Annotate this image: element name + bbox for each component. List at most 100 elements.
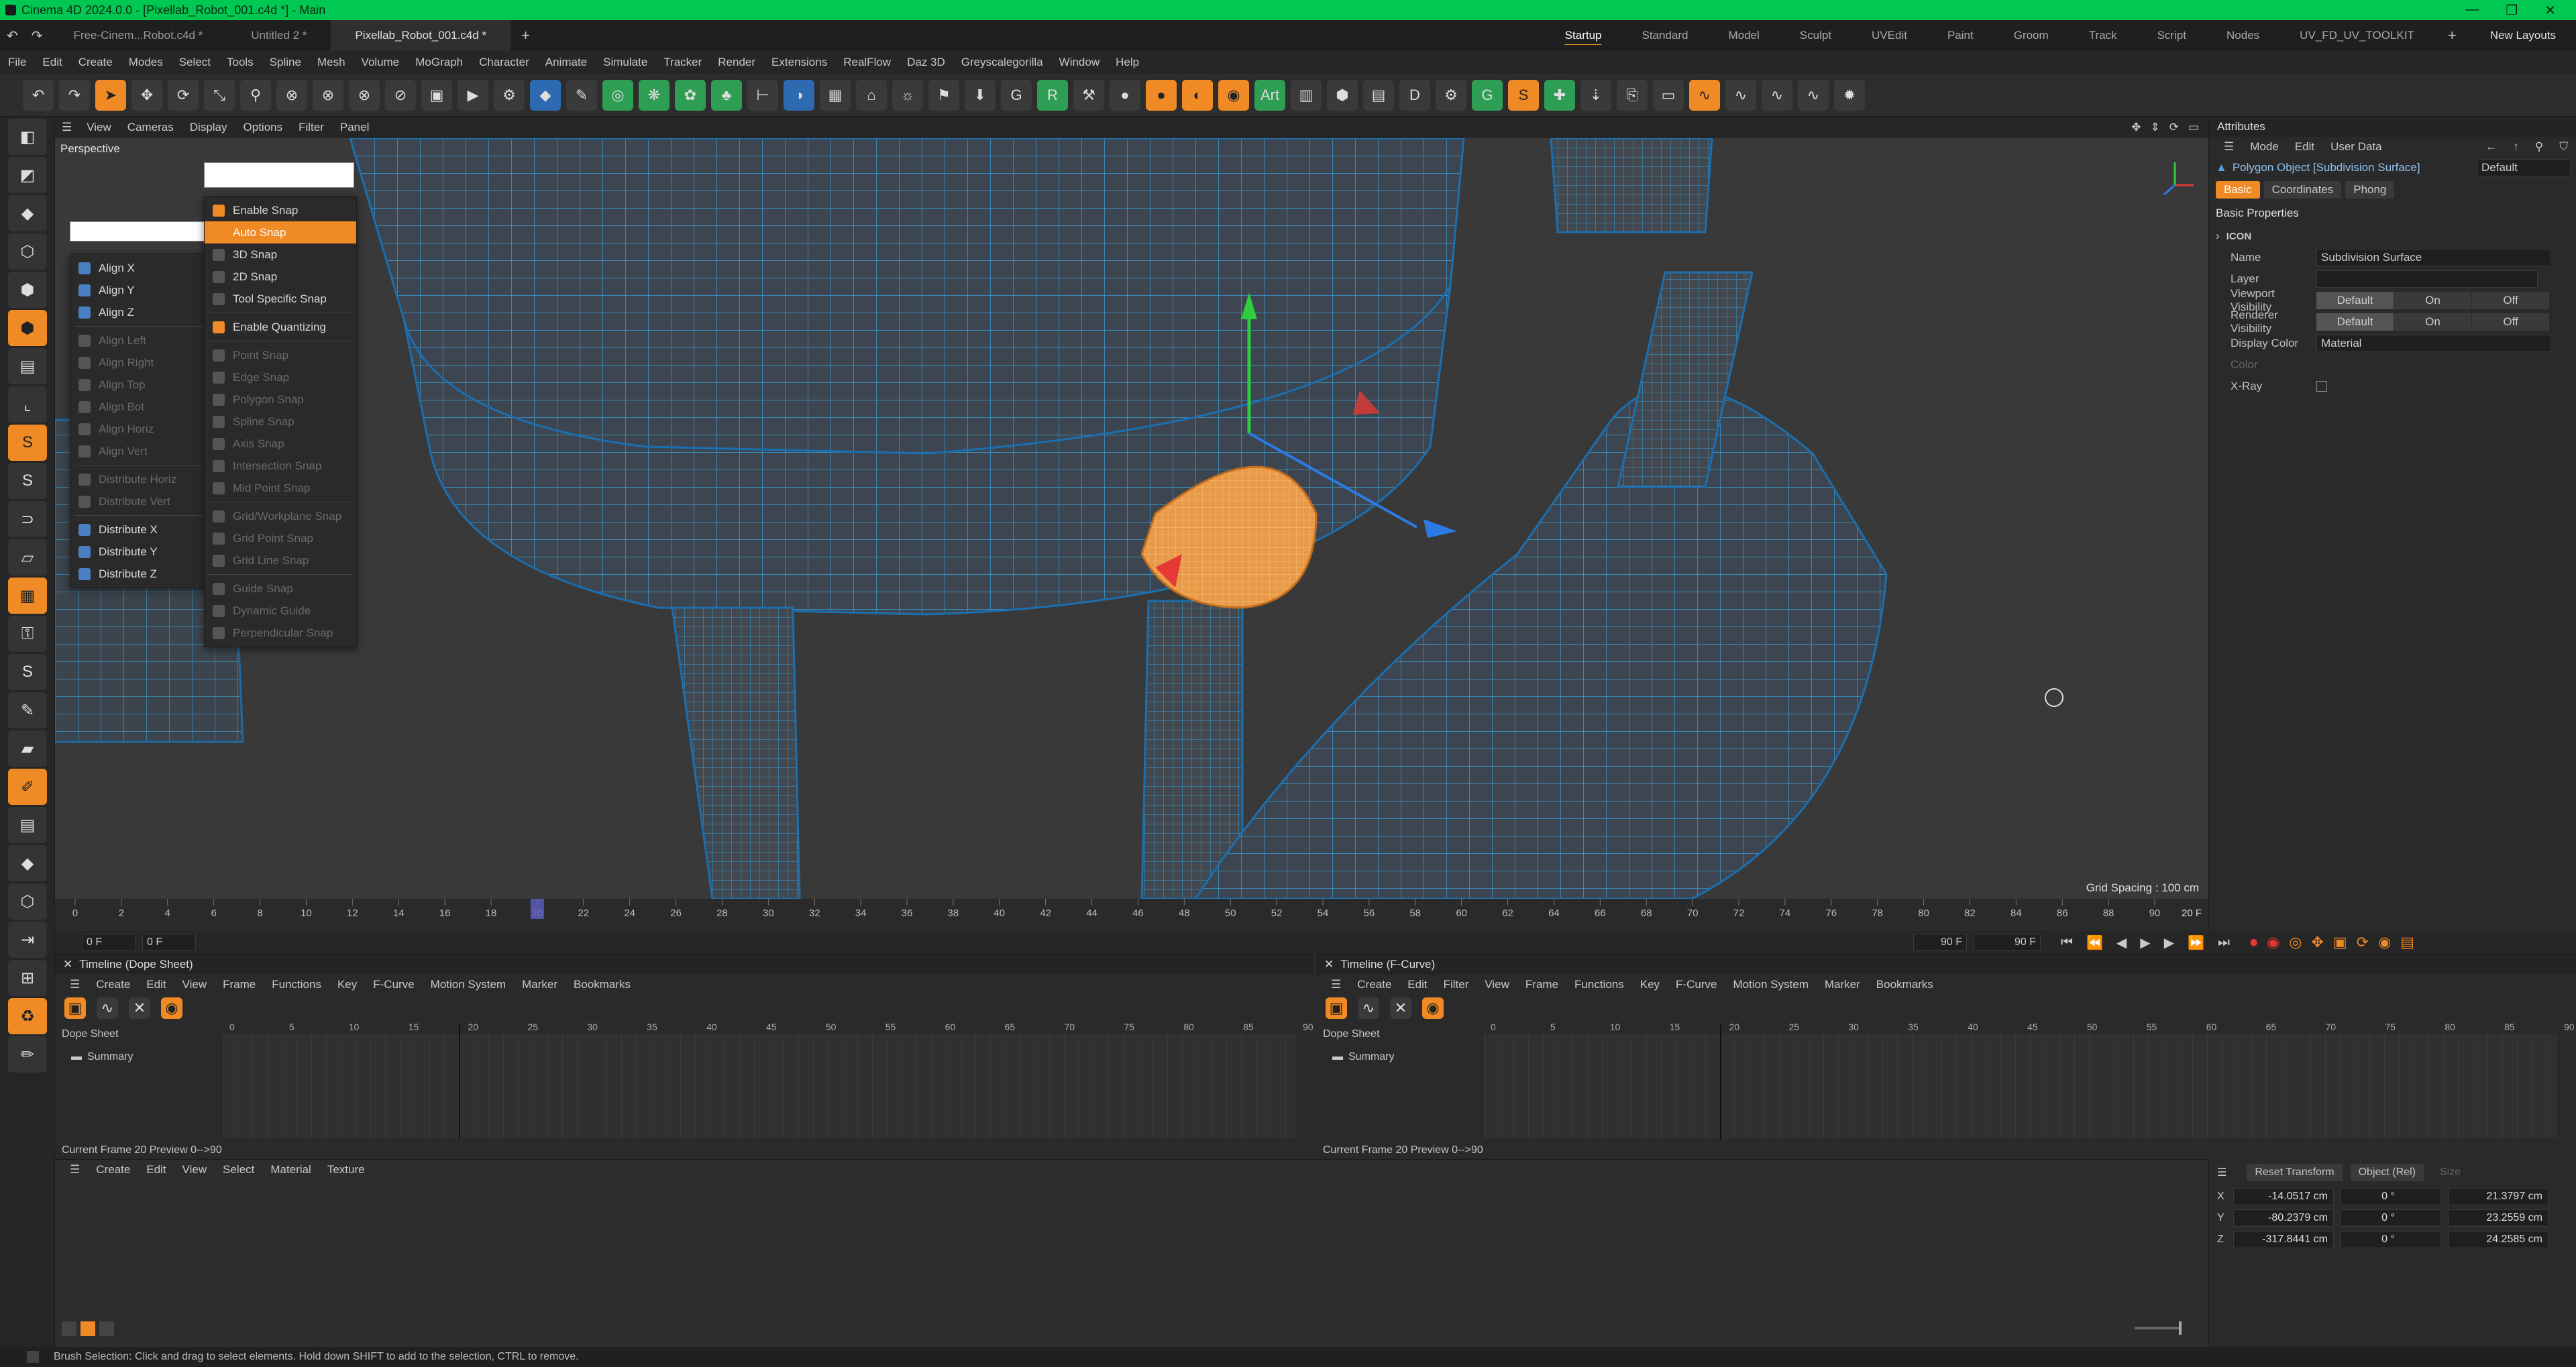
back-icon[interactable]: ← [2477,140,2505,154]
sculpt-icon[interactable]: ◆ [8,845,47,881]
goto-end-icon[interactable]: ⏭ [2218,935,2230,950]
dope-menu-item[interactable]: View [174,978,215,991]
gear-icon[interactable]: ✹ [1834,79,1865,111]
viewport-rotate-icon[interactable]: ⟳ [2169,121,2179,134]
undo-icon[interactable]: ↶ [0,28,25,44]
menu-create[interactable]: Create [70,56,121,69]
arrow-icon[interactable]: ⇥ [8,922,47,958]
viewport-move-icon[interactable]: ✥ [2131,121,2141,134]
start-frame-field[interactable]: 0 F [82,934,136,951]
menu-realflow[interactable]: RealFlow [835,56,899,69]
dope-curve-mode-icon[interactable]: ∿ [97,997,118,1019]
shield-icon[interactable]: ⬡ [8,883,47,920]
dope-menu-item[interactable]: F-Curve [365,978,422,991]
next-frame-icon[interactable]: ▶ [2164,934,2174,951]
maximize-icon[interactable]: ❐ [2506,2,2518,19]
array-icon[interactable]: ✿ [675,79,706,111]
hub-icon[interactable]: ⬢ [1327,79,1358,111]
position-x-field[interactable]: -14.0517 cm [2233,1188,2334,1205]
scale-key-icon[interactable]: ▣ [2333,934,2347,951]
realflow-icon[interactable]: R [1037,79,1068,111]
close-icon[interactable]: ✕ [63,958,72,971]
z-axis-icon[interactable]: ⊗ [349,79,380,111]
snap-item-auto[interactable]: Auto Snap [205,221,356,243]
render-settings-icon[interactable]: ⚙ [494,79,525,111]
floor-icon[interactable]: ▦ [820,79,851,111]
menu-tools[interactable]: Tools [219,56,262,69]
layout-tab[interactable]: UV_FD_UV_TOOLKIT [2279,20,2434,51]
render-view-icon[interactable]: ▣ [421,79,452,111]
menu-tracker[interactable]: Tracker [655,56,710,69]
orange-sphere-icon[interactable]: ● [1146,79,1177,111]
fcurve-menu-item[interactable]: Frame [1517,978,1566,991]
layout-tab[interactable]: Nodes [2206,20,2279,51]
xray-checkbox[interactable] [2316,381,2327,392]
menu-mograph[interactable]: MoGraph [407,56,471,69]
size-z-field[interactable]: 24.2585 cm [2448,1231,2548,1248]
grid-align-icon[interactable]: ⊞ [8,960,47,996]
menu-modes[interactable]: Modes [121,56,171,69]
tab-coordinates[interactable]: Coordinates [2263,181,2342,199]
snap-item[interactable]: 3D Snap [205,243,356,266]
wave-icon[interactable]: ∿ [1689,79,1720,111]
dope-clear-icon[interactable]: ✕ [129,997,150,1019]
viewport-menu-display[interactable]: Display [182,121,235,134]
layout-tab[interactable]: Sculpt [1780,20,1851,51]
filter-icon[interactable]: ⛉ [2551,140,2576,154]
attributes-menu-edit[interactable]: Edit [2287,140,2322,154]
new-layouts-button[interactable]: New Layouts [2470,20,2576,51]
paste-icon[interactable]: ⎘ [1617,79,1648,111]
fcurve-playhead[interactable] [1720,1024,1721,1140]
grid-view-icon[interactable] [80,1321,95,1336]
bend-deformer-icon[interactable]: ⊢ [747,79,778,111]
fcurve-grid[interactable] [1484,1024,2557,1140]
close-icon[interactable]: ✕ [1324,958,1334,971]
axis-mode-icon[interactable]: ⌞ [8,386,47,423]
viewport-menu-icon[interactable]: ☰ [55,121,78,134]
arrow-down-icon[interactable]: ⬇ [965,79,996,111]
position-key-icon[interactable]: ✥ [2311,934,2323,951]
viewport-menu-filter[interactable]: Filter [290,121,332,134]
rotation-z-field[interactable]: 0 ° [2341,1231,2441,1248]
autokey-icon[interactable]: ◉ [2267,934,2279,951]
goto-start-icon[interactable]: ⏮ [2061,935,2073,950]
menu-greyscalegorilla[interactable]: Greyscalegorilla [953,56,1051,69]
layout-tab[interactable]: Standard [1621,20,1708,51]
menu-character[interactable]: Character [471,56,537,69]
asset-browser-icon[interactable]: ▤ [1363,79,1394,111]
eraser-icon[interactable]: ▰ [8,730,47,767]
add-layout-icon[interactable]: + [2434,27,2470,44]
layout-tab[interactable]: Groom [1994,20,2069,51]
uv-mode-icon[interactable]: ▤ [8,348,47,384]
dope-menu-item[interactable]: Motion System [423,978,514,991]
menu-spline[interactable]: Spline [262,56,309,69]
layout-tab[interactable]: Model [1708,20,1779,51]
close-icon[interactable]: ✕ [2544,2,2556,19]
scale-tool-icon[interactable]: ⤡ [204,79,235,111]
menu-help[interactable]: Help [1108,56,1147,69]
fcurve-menu-item[interactable]: F-Curve [1668,978,1725,991]
next-key-icon[interactable]: ⏩ [2188,934,2204,951]
wave-2-icon[interactable]: ∿ [1725,79,1756,111]
fcurve-menu-item[interactable]: Edit [1399,978,1435,991]
group-icon-row[interactable]: › ICON [2209,225,2576,247]
redo-icon[interactable]: ↷ [59,79,90,111]
file-tab[interactable]: Free-Cinem...Robot.c4d * [50,20,227,51]
workplane-icon[interactable]: ▱ [8,539,47,576]
coord-system-icon[interactable]: ⊘ [385,79,416,111]
material-menu-icon[interactable]: ☰ [62,1163,88,1177]
dope-playhead[interactable] [459,1024,460,1140]
keyframe-selection-icon[interactable]: ◎ [2289,934,2302,951]
layout-tab[interactable]: Track [2069,20,2137,51]
material-menu-item[interactable]: Material [262,1163,319,1177]
snap-icon[interactable]: S [8,425,47,461]
material-ball-icon[interactable]: ● [1110,79,1140,111]
dope-menu-item[interactable]: Bookmarks [566,978,639,991]
dope-menu-item[interactable]: Key [329,978,365,991]
settings-icon[interactable]: ⚙ [1436,79,1466,111]
tag-icon[interactable]: ⚑ [928,79,959,111]
daz-icon[interactable]: D [1399,79,1430,111]
material-menu-item[interactable]: Select [215,1163,262,1177]
attributes-menu-icon[interactable]: ☰ [2216,140,2242,154]
fcurve-curve-mode-icon[interactable]: ∿ [1358,997,1379,1019]
